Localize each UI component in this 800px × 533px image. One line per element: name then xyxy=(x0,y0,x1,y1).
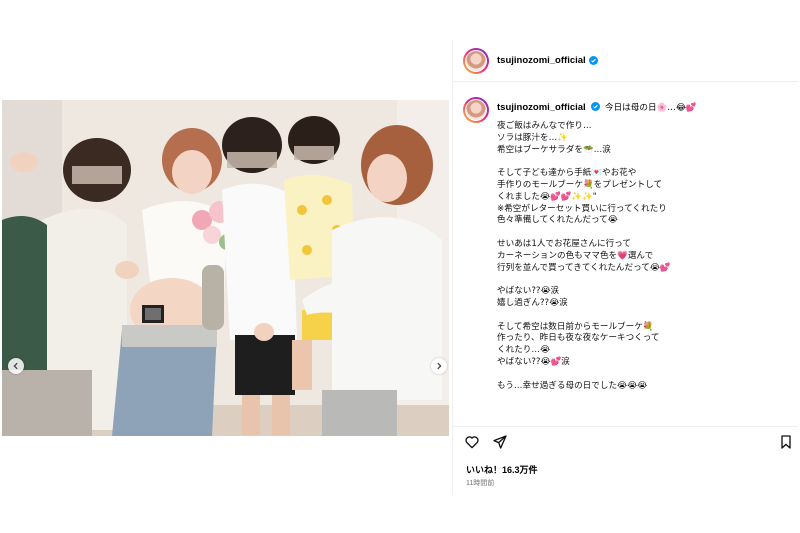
caption-line: 色々準備してくれたんだって😭 xyxy=(497,215,618,226)
caption-line: やばない??😭涙 xyxy=(497,286,560,297)
caption-line: ※希空がレターセット買いに行ってくれたり xyxy=(497,203,667,214)
heart-icon[interactable] xyxy=(464,434,480,450)
caption-line: せいあは1人でお花屋さんに行って xyxy=(497,238,631,249)
caption-line xyxy=(497,274,697,286)
header-username[interactable]: tsujinozomi_official xyxy=(497,55,586,66)
previous-image-button[interactable] xyxy=(8,358,24,374)
caption-avatar[interactable] xyxy=(463,97,489,123)
paper-plane-icon[interactable] xyxy=(492,434,508,450)
caption-line: 嬉し過ぎん??😭涙 xyxy=(497,297,568,308)
caption-line xyxy=(497,156,697,168)
caption-line xyxy=(497,227,697,239)
caption-line: 行列を並んで買ってきてくれたんだって😭💕 xyxy=(497,262,671,273)
actions-divider xyxy=(453,426,798,428)
caption-line xyxy=(497,310,697,322)
avatar[interactable] xyxy=(463,47,489,74)
caption-section: tsujinozomi_official 今日は母の日🌸…😂💕 夜ご飯はみんなで… xyxy=(453,83,798,426)
family-photo-illustration xyxy=(2,100,449,436)
like-count[interactable]: いいね！16.3万件 xyxy=(466,463,538,476)
caption-line: くれたり…😭 xyxy=(497,345,551,356)
verified-badge-icon xyxy=(588,56,598,65)
caption-line: 夜ご飯はみんなで作り… xyxy=(497,121,592,131)
caption-line: 手作りのモールブーケ💐をプレゼントして xyxy=(497,179,663,190)
post-time[interactable]: 11時間前 xyxy=(466,478,494,488)
caption-first-line: 今日は母の日🌸…😂💕 xyxy=(604,103,697,113)
caption: tsujinozomi_official 今日は母の日🌸…😂💕 夜ご飯はみんなで… xyxy=(463,97,784,392)
caption-header: tsujinozomi_official 今日は母の日🌸…😂💕 xyxy=(497,101,697,115)
chevron-left-icon xyxy=(13,362,18,370)
chevron-right-icon xyxy=(437,362,442,370)
caption-line: 作ったり、昨日も夜な夜なケーキつくって xyxy=(497,333,660,344)
caption-line: カーネーションの色もママ色を💗選んで xyxy=(497,250,654,261)
caption-line: もう…幸せ過ぎる母の日でした😭😭😭 xyxy=(497,380,648,391)
post-header: tsujinozomi_official xyxy=(453,40,798,82)
caption-line: そして希空は数日前からモールブーケ💐 xyxy=(497,321,654,332)
action-bar xyxy=(464,433,794,451)
verified-badge-icon xyxy=(591,102,601,111)
next-image-button[interactable] xyxy=(431,358,447,374)
caption-line: ソラは豚汁を…✨ xyxy=(497,132,568,143)
bookmark-icon[interactable] xyxy=(778,434,794,450)
post-photo[interactable] xyxy=(2,100,449,436)
caption-line: そして子ども達から手紙💌やお花や xyxy=(497,168,637,179)
caption-line: 希空はブーケサラダを🥗…涙 xyxy=(497,144,611,155)
caption-line: くれました😭💕💕✨✨" xyxy=(497,191,597,202)
caption-username[interactable]: tsujinozomi_official xyxy=(497,102,586,113)
caption-line: やばない??😭💕涙 xyxy=(497,356,570,367)
caption-line xyxy=(497,369,697,381)
caption-text: 夜ご飯はみんなで作り… ソラは豚汁を…✨ 希空はブーケサラダを🥗…涙 そして子ども達… xyxy=(497,121,697,392)
